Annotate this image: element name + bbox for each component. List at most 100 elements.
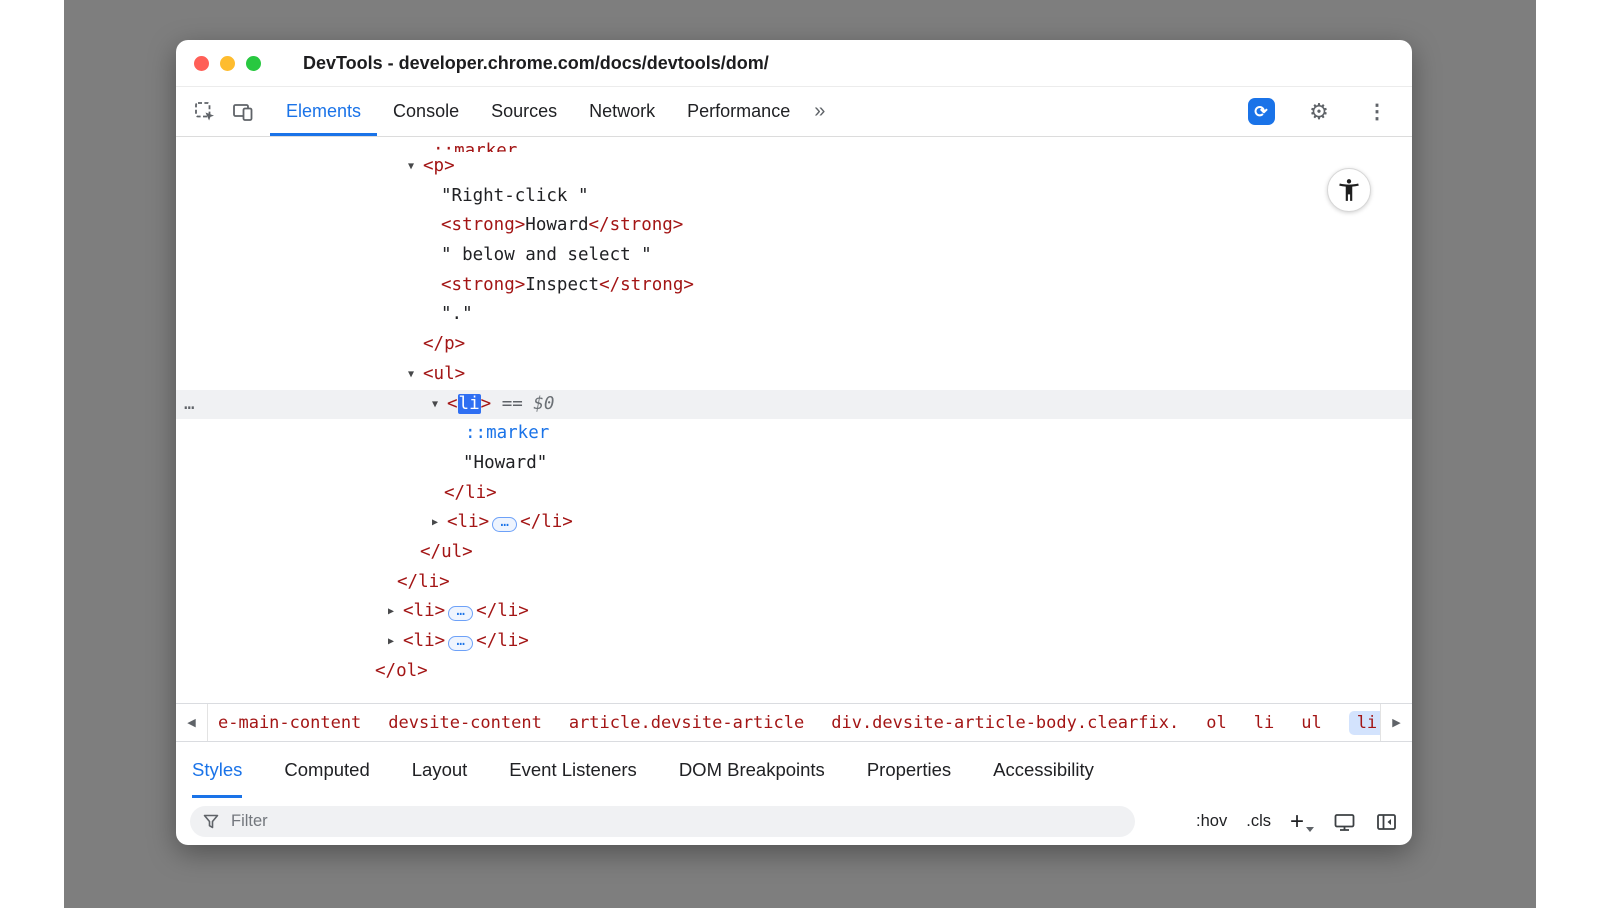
code-token: < — [447, 394, 458, 414]
dom-tree-row[interactable]: …▼<li> == $0 — [176, 390, 1412, 420]
disclosure-down-icon[interactable]: ▼ — [402, 360, 420, 390]
code-token: </li> — [444, 483, 497, 503]
dom-tree-row[interactable]: ::marker — [176, 137, 1412, 152]
tab-network[interactable]: Network — [573, 87, 671, 136]
breadcrumb-item-devsite-content[interactable]: devsite-content — [388, 713, 542, 733]
disclosure-right-icon[interactable]: ▶ — [382, 627, 400, 657]
styles-tab-dom-breakpoints[interactable]: DOM Breakpoints — [679, 742, 825, 798]
tab-performance[interactable]: Performance — [671, 87, 806, 136]
breadcrumb-item-div-devsite-article-body-clearfix[interactable]: div.devsite-article-body.clearfix. — [831, 713, 1179, 733]
sync-icon: ⟳ — [1248, 98, 1275, 125]
left-arrow-icon: ◀ — [187, 716, 195, 729]
code-token: </ol> — [375, 661, 428, 681]
dom-tree-row[interactable]: </li> — [176, 568, 1412, 598]
dom-tree-row[interactable]: ▶<li>…</li> — [176, 627, 1412, 657]
dom-tree-row[interactable]: ▼<ul> — [176, 360, 1412, 390]
monitor-icon — [1333, 811, 1356, 833]
right-arrow-icon: ▶ — [1392, 716, 1400, 729]
menu-button[interactable]: ⋮ — [1358, 102, 1396, 122]
styles-tab-layout[interactable]: Layout — [412, 742, 468, 798]
device-toolbar-button[interactable] — [224, 87, 262, 136]
row-overflow-ellipsis[interactable]: … — [184, 390, 196, 420]
dom-tree-row[interactable]: ::marker — [176, 419, 1412, 449]
dom-tree-row[interactable]: " below and select " — [176, 241, 1412, 271]
device-toolbar-icon — [232, 101, 254, 123]
settings-button[interactable]: ⚙ — [1300, 101, 1338, 123]
tab-console[interactable]: Console — [377, 87, 475, 136]
dom-tree-row[interactable]: ▶<li>…</li> — [176, 508, 1412, 538]
new-style-rule-button[interactable]: + — [1290, 810, 1314, 834]
dom-tree-row[interactable]: </ul> — [176, 538, 1412, 568]
dom-tree-row[interactable]: "." — [176, 300, 1412, 330]
code-token: "Howard" — [463, 453, 547, 473]
code-token: </p> — [423, 334, 465, 354]
disclosure-down-icon[interactable]: ▼ — [426, 390, 444, 420]
minimize-button[interactable] — [220, 56, 235, 71]
code-token: </li> — [397, 572, 450, 592]
screenshot-stage: DevTools - developer.chrome.com/docs/dev… — [0, 0, 1600, 908]
close-button[interactable] — [194, 56, 209, 71]
breadcrumb: e-main-content devsite-content article.dev… — [208, 704, 1380, 741]
sidebar-toggle-button[interactable] — [1375, 811, 1398, 833]
accessibility-button[interactable] — [1327, 168, 1371, 212]
window-title: DevTools - developer.chrome.com/docs/dev… — [303, 53, 769, 74]
toggle-element-state-button[interactable]: :hov — [1196, 812, 1227, 831]
breadcrumb-item-li[interactable]: li — [1349, 711, 1380, 735]
breadcrumb-item-li[interactable]: li — [1254, 713, 1274, 733]
plus-icon: + — [1290, 810, 1304, 834]
code-token: " below and select " — [441, 245, 652, 265]
expand-children-button[interactable]: … — [448, 606, 473, 621]
breadcrumb-item-ol[interactable]: ol — [1206, 713, 1226, 733]
dom-tree-row[interactable]: </p> — [176, 330, 1412, 360]
breadcrumb-item-ul[interactable]: ul — [1301, 713, 1321, 733]
disclosure-right-icon[interactable]: ▶ — [382, 597, 400, 627]
code-token: </strong> — [589, 215, 684, 235]
rendering-button[interactable] — [1333, 811, 1356, 833]
dom-tree-row[interactable]: "Right-click " — [176, 182, 1412, 212]
styles-tab-properties[interactable]: Properties — [867, 742, 951, 798]
inspect-button[interactable] — [186, 87, 224, 136]
dom-tree-row[interactable]: ▶<li>…</li> — [176, 597, 1412, 627]
code-token: </strong> — [599, 275, 694, 295]
zoom-button[interactable] — [246, 56, 261, 71]
styles-tab-event-listeners[interactable]: Event Listeners — [509, 742, 637, 798]
styles-tab-accessibility[interactable]: Accessibility — [993, 742, 1094, 798]
dom-tree-row[interactable]: "Howard" — [176, 449, 1412, 479]
code-token: <li> — [403, 631, 445, 651]
dom-tree-row[interactable]: <strong>Howard</strong> — [176, 211, 1412, 241]
devtools-window: DevTools - developer.chrome.com/docs/dev… — [176, 40, 1412, 845]
code-token: </li> — [520, 512, 573, 532]
styles-tab-computed[interactable]: Computed — [284, 742, 369, 798]
kebab-icon: ⋮ — [1367, 102, 1387, 122]
element-classes-button[interactable]: .cls — [1246, 812, 1271, 831]
dom-tree-row[interactable]: ▼<p> — [176, 152, 1412, 182]
breadcrumb-scroll-right-button[interactable]: ▶ — [1380, 704, 1412, 741]
disclosure-down-icon[interactable]: ▼ — [402, 152, 420, 182]
filter-field[interactable] — [190, 806, 1135, 837]
filter-input[interactable] — [229, 811, 1122, 832]
breadcrumb-item-e-main-content[interactable]: e-main-content — [218, 713, 361, 733]
double-chevron-icon: » — [814, 100, 825, 123]
dom-tree-row[interactable]: </ol> — [176, 657, 1412, 687]
styles-filter-bar: :hov .cls + — [176, 798, 1412, 845]
more-tabs-button[interactable]: » — [806, 87, 833, 136]
devtools-tabs: ElementsConsoleSourcesNetworkPerformance — [270, 87, 806, 136]
breadcrumb-scroll-left-button[interactable]: ◀ — [176, 704, 208, 741]
tab-sources[interactable]: Sources — [475, 87, 573, 136]
code-token: </li> — [476, 601, 529, 621]
code-token: ::marker — [465, 423, 549, 443]
code-token: <p> — [423, 156, 455, 176]
expand-children-button[interactable]: … — [492, 517, 517, 532]
styles-panel-tabs: Styles Computed Layout Event Listeners DOM B… — [176, 742, 1412, 798]
breadcrumb-item-article-devsite-article[interactable]: article.devsite-article — [569, 713, 804, 733]
disclosure-right-icon[interactable]: ▶ — [426, 508, 444, 538]
caret-down-icon — [1306, 827, 1314, 832]
expand-children-button[interactable]: … — [448, 636, 473, 651]
styles-tab-styles[interactable]: Styles — [192, 742, 242, 798]
tab-elements[interactable]: Elements — [270, 87, 377, 136]
clipped-marker-text: ::marker — [433, 137, 517, 152]
dom-tree-row[interactable]: </li> — [176, 479, 1412, 509]
sync-button[interactable]: ⟳ — [1242, 98, 1280, 125]
devtools-toolbar: ElementsConsoleSourcesNetworkPerformance… — [176, 87, 1412, 137]
dom-tree-row[interactable]: <strong>Inspect</strong> — [176, 271, 1412, 301]
